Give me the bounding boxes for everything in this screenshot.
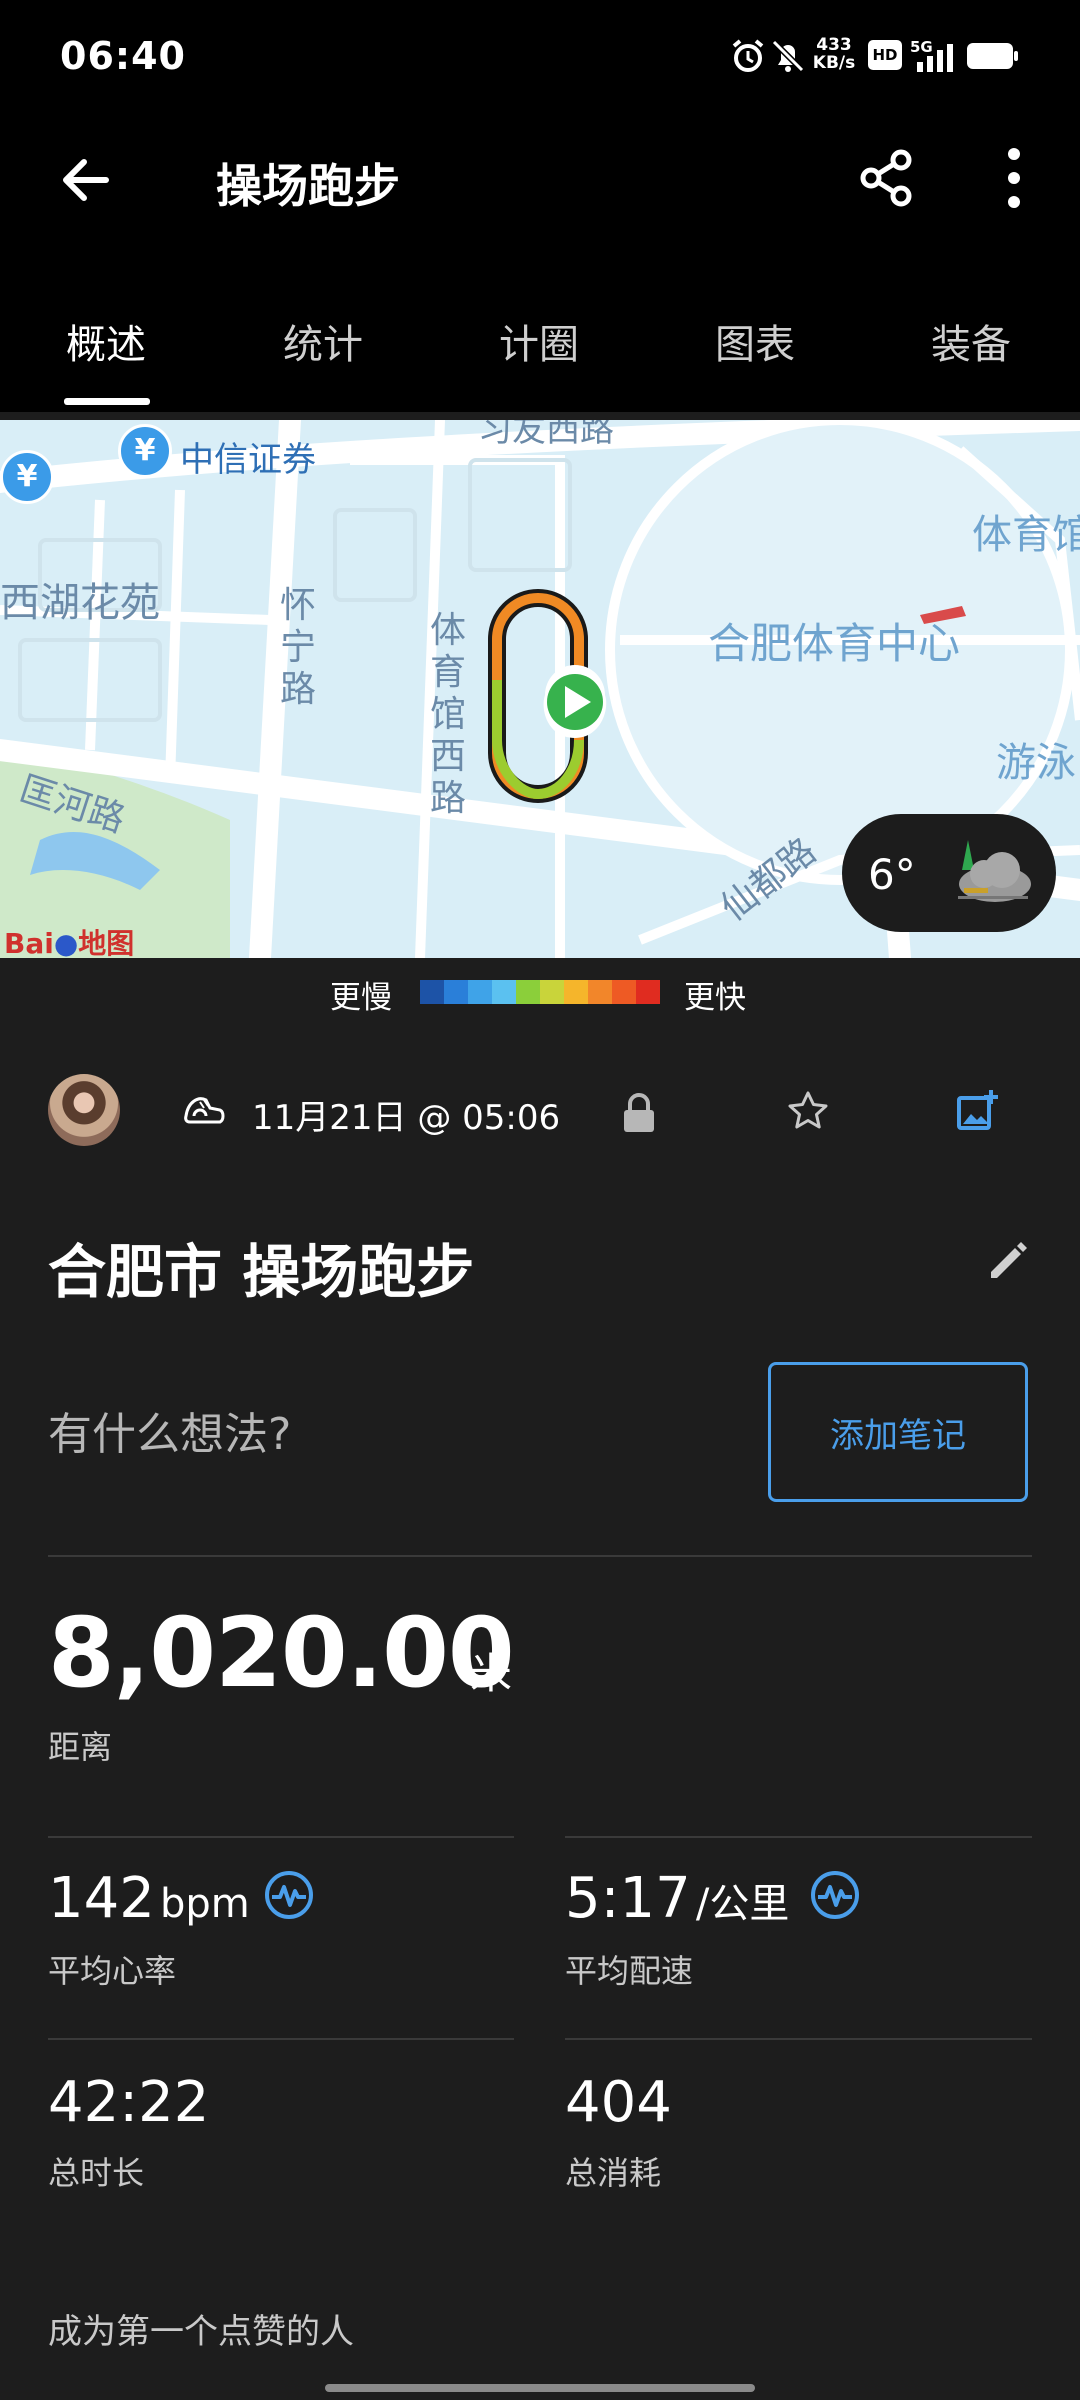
tab-stats[interactable]: 统计 — [283, 312, 363, 370]
activity-date: 11月21日 @ 05:06 — [252, 1098, 561, 1138]
map-label-road-top: 习友西路 — [478, 420, 614, 450]
pace-color-segment — [636, 980, 660, 1004]
weather-badge: 6° — [842, 814, 1056, 932]
map-label-youyong: 游泳 — [996, 740, 1076, 786]
stat-label: 总消耗 — [565, 2154, 662, 2192]
pace-color-segment — [540, 980, 564, 1004]
stat-label: 平均配速 — [565, 1952, 694, 1990]
lock-icon[interactable] — [620, 1092, 658, 1134]
stat-label: 总时长 — [48, 2154, 145, 2192]
baidu-logo: Bai●地图 — [4, 927, 135, 958]
distance-label: 距离 — [48, 1728, 113, 1766]
page-title: 操场跑步 — [216, 159, 400, 213]
mute-bell-icon — [771, 39, 805, 73]
tab-underline — [64, 398, 150, 405]
stat-value: 5:17 — [565, 1866, 691, 1931]
pace-color-segment — [564, 980, 588, 1004]
route-map[interactable]: ¥ ¥ 中信证券 习友西路 西湖花苑 怀宁路 体育馆西路 合肥体育中心 体育馆 … — [0, 420, 1080, 958]
stat-pace: 5:17 /公里 — [565, 1866, 789, 1931]
net-speed: 433 KB/s — [812, 35, 856, 73]
pace-color-segment — [468, 980, 492, 1004]
stat-value: 142 — [48, 1866, 155, 1931]
map-label-huaining: 怀宁路 — [280, 585, 317, 710]
heart-rate-chart-icon[interactable] — [264, 1870, 314, 1920]
legend-slower: 更慢 — [330, 980, 392, 1016]
stat-heart-rate: 142 bpm — [48, 1866, 250, 1931]
map-label-bank: 中信证券 — [180, 440, 316, 480]
pace-color-segment — [492, 980, 516, 1004]
back-arrow-icon[interactable] — [56, 150, 116, 210]
pace-chart-icon[interactable] — [810, 1870, 860, 1920]
tab-laps[interactable]: 计圈 — [499, 312, 579, 370]
battery-icon — [967, 43, 1018, 69]
stat-label: 平均心率 — [48, 1952, 177, 1990]
map-label-xihu: 西湖花苑 — [0, 580, 160, 626]
add-photo-icon[interactable] — [955, 1088, 999, 1132]
map-label-tiyuguan: 体育馆西路 — [430, 610, 467, 819]
divider — [565, 2038, 1032, 2040]
divider — [48, 2038, 514, 2040]
bank-marker-icon: ¥ — [118, 424, 172, 478]
activity-name: 合肥市 操场跑步 — [48, 1238, 475, 1306]
pace-color-segment — [588, 980, 612, 1004]
tab-gear[interactable]: 装备 — [931, 312, 1011, 370]
alarm-icon — [732, 39, 764, 72]
edit-pencil-icon[interactable] — [985, 1240, 1029, 1284]
pace-color-bar — [420, 980, 660, 1004]
share-icon[interactable] — [855, 146, 919, 210]
weather-temperature: 6° — [868, 850, 916, 899]
legend-faster: 更快 — [684, 980, 746, 1016]
divider — [565, 1836, 1032, 1838]
bank-marker-icon: ¥ — [0, 450, 54, 504]
tab-charts[interactable]: 图表 — [715, 312, 795, 370]
status-time: 06:40 — [60, 34, 186, 78]
running-shoe-icon — [184, 1097, 225, 1124]
divider — [48, 1836, 514, 1838]
pace-color-segment — [420, 980, 444, 1004]
stat-unit: bpm — [159, 1881, 250, 1927]
map-label-center: 合肥体育中心 — [708, 619, 961, 668]
star-icon[interactable] — [785, 1088, 831, 1134]
stat-duration-value: 42:22 — [48, 2070, 210, 2135]
cloud-icon — [958, 840, 1031, 902]
pace-color-segment — [612, 980, 636, 1004]
likes-prompt[interactable]: 成为第一个点赞的人 — [48, 2304, 354, 2353]
signal-icon — [917, 44, 953, 72]
distance-unit: 米 — [470, 1649, 513, 1698]
pace-color-segment — [516, 980, 540, 1004]
hd-badge: HD — [868, 40, 902, 70]
map-label-tiyu-right: 体育馆 — [972, 512, 1080, 558]
divider — [48, 1555, 1032, 1557]
stat-calories-value: 404 — [565, 2070, 672, 2135]
tab-overview[interactable]: 概述 — [66, 312, 146, 370]
avatar[interactable] — [48, 1074, 120, 1146]
pace-color-segment — [444, 980, 468, 1004]
add-note-button[interactable]: 添加笔记 — [768, 1362, 1028, 1502]
more-options-icon[interactable] — [1000, 146, 1028, 210]
gesture-bar[interactable] — [325, 2384, 755, 2392]
notes-input[interactable] — [48, 1404, 748, 1464]
distance-value: 8,020.00 — [48, 1597, 515, 1709]
stat-unit: /公里 — [695, 1881, 790, 1927]
